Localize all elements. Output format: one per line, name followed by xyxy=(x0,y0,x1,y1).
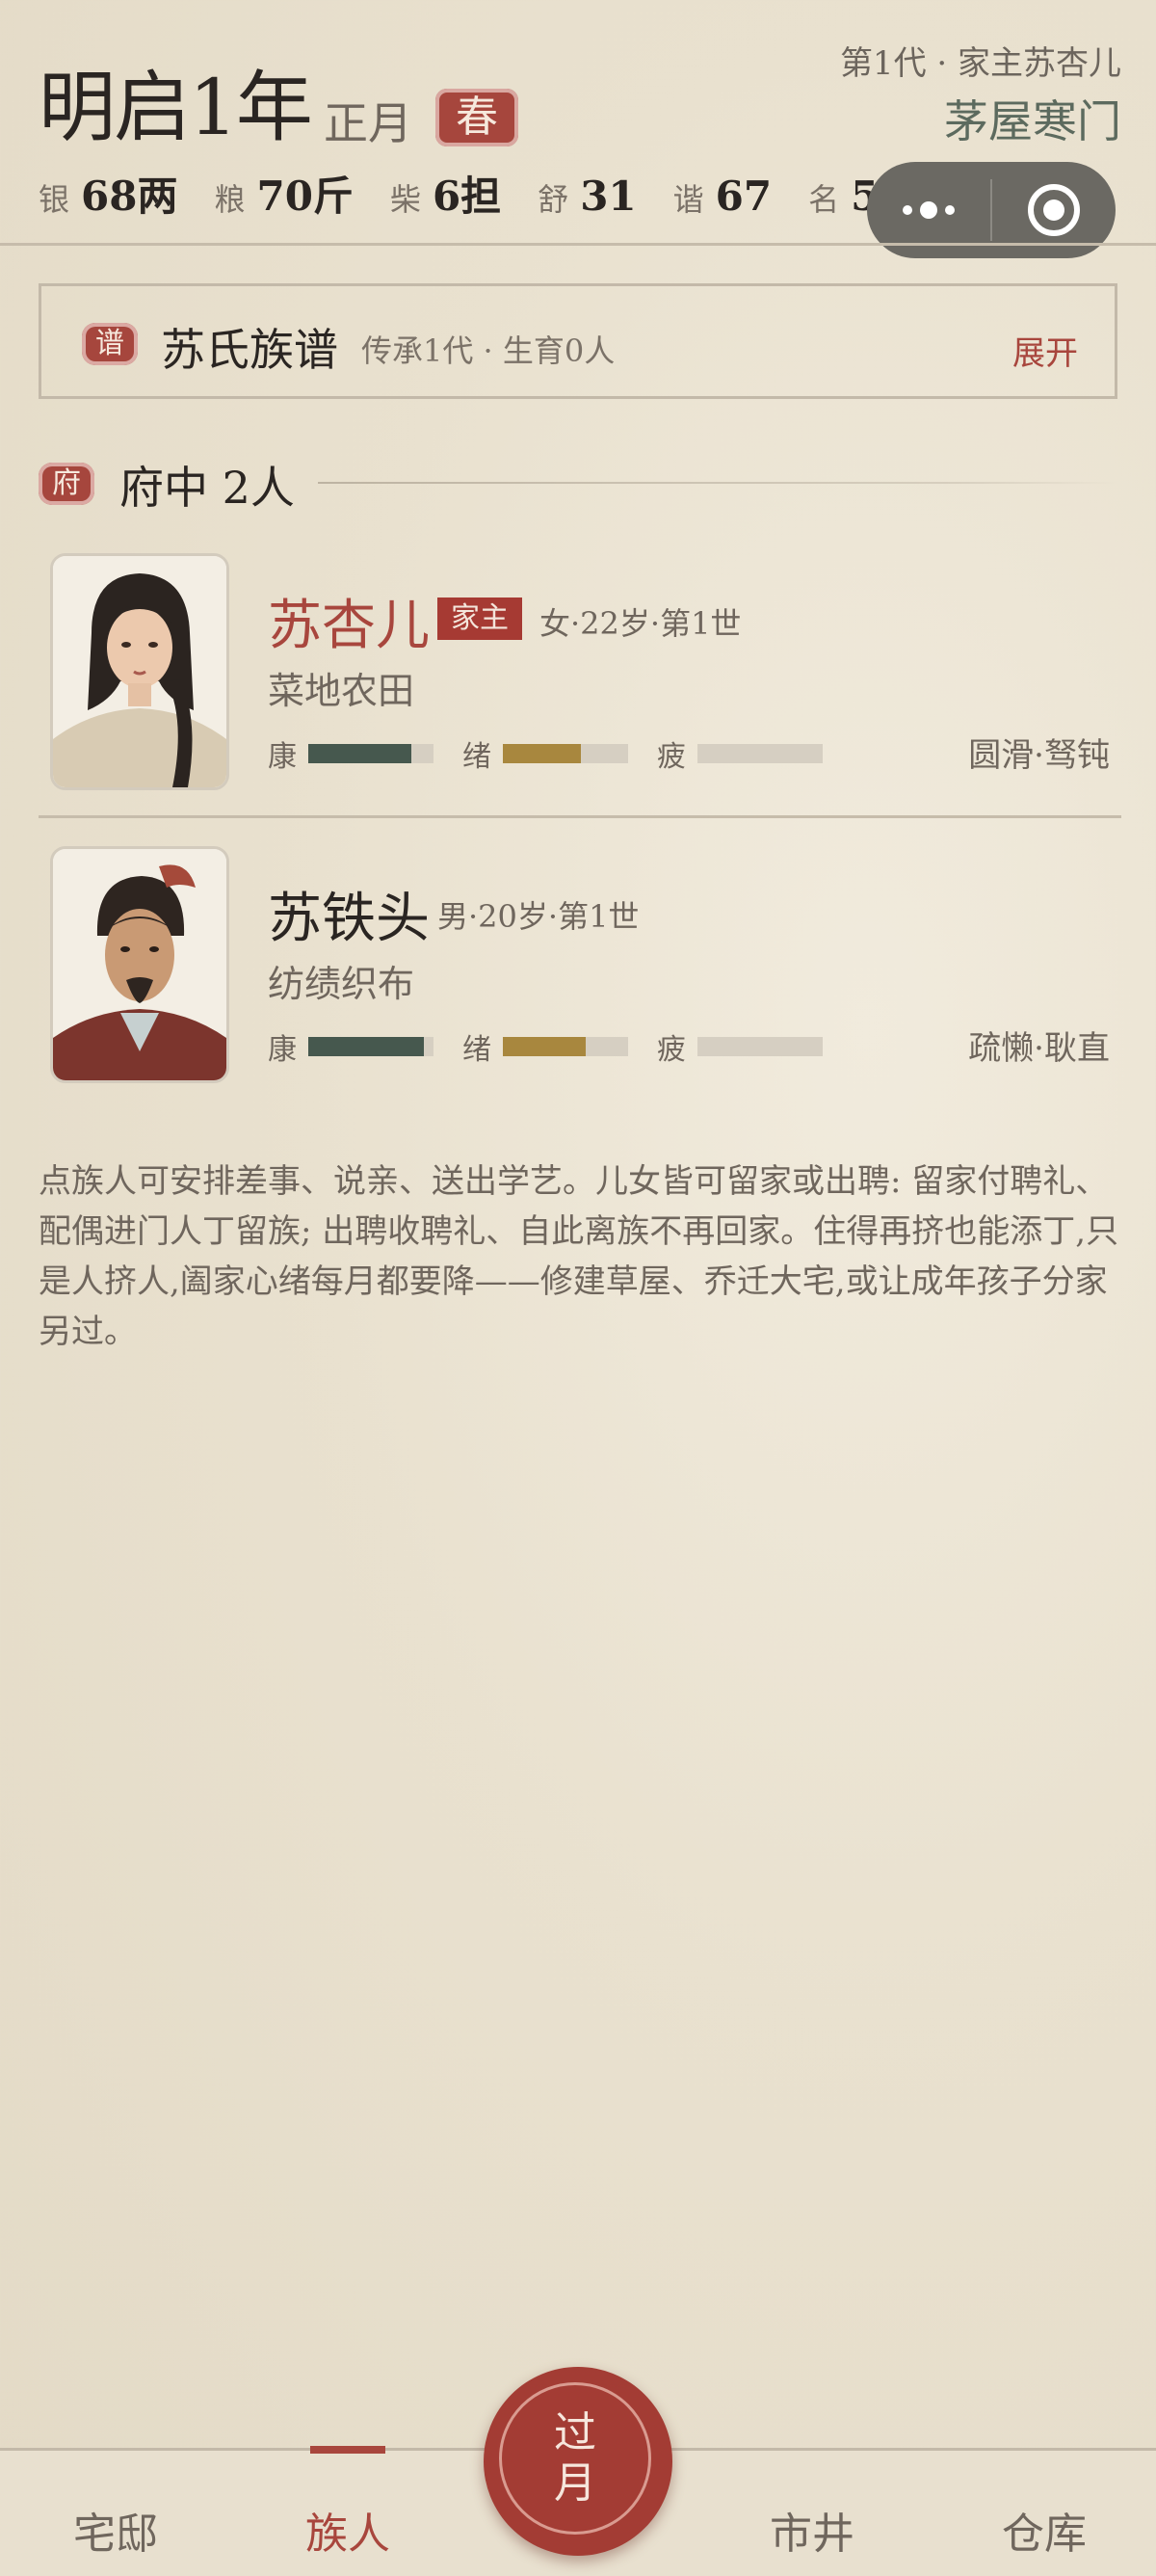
bar-track xyxy=(503,744,628,763)
bar-track xyxy=(697,1037,823,1056)
tab-market[interactable]: 市井 xyxy=(716,2499,908,2561)
bar-track xyxy=(697,744,823,763)
stat-value: 70斤 xyxy=(256,173,354,220)
fatigue-bar: 疲 xyxy=(657,1025,823,1068)
household-help-text: 点族人可安排差事、说亲、送出学艺。儿女皆可留家或出聘: 留家付聘礼、配偶进门人丁… xyxy=(39,1162,1119,1351)
advance-month-label: 过 月 xyxy=(499,2382,651,2535)
tab-residence[interactable]: 宅邸 xyxy=(19,2499,212,2561)
tab-clansmen[interactable]: 族人 xyxy=(251,2499,444,2561)
mood-bar: 绪 xyxy=(462,1025,628,1068)
bar-label: 绪 xyxy=(462,1033,491,1067)
stat-firewood: 柴 6担 xyxy=(390,164,501,223)
member-name: 苏杏儿 xyxy=(268,595,430,657)
advance-month-button[interactable]: 过 月 xyxy=(484,2367,672,2556)
stat-key: 名 xyxy=(808,181,840,218)
member-status-bars: 康 绪 疲 xyxy=(268,732,852,775)
bar-fill xyxy=(503,1037,586,1056)
bar-label: 疲 xyxy=(657,740,686,774)
month-label: 正月 xyxy=(324,97,412,149)
stat-value: 67 xyxy=(715,173,773,220)
household-badge: 府 xyxy=(39,463,94,505)
member-traits: 疏懒·耿直 xyxy=(968,1029,1110,1068)
target-circle-icon xyxy=(1028,184,1080,236)
member-name: 苏铁头 xyxy=(268,888,430,950)
bar-label: 康 xyxy=(268,740,297,774)
stat-key: 粮 xyxy=(214,181,246,218)
stat-key: 谐 xyxy=(672,181,704,218)
tab-storehouse[interactable]: 仓库 xyxy=(948,2499,1141,2561)
stat-key: 舒 xyxy=(538,181,569,218)
bar-track xyxy=(503,1037,628,1056)
house-level-label: 茅屋寒门 xyxy=(944,95,1121,147)
member-info: 男·20岁·第1世 xyxy=(437,898,640,935)
member-row[interactable]: 苏杏儿 家主 女·22岁·第1世 菜地农田 康 绪 疲 圆滑·驽钝 xyxy=(39,544,1121,821)
health-bar: 康 xyxy=(268,1025,434,1068)
male-portrait-icon xyxy=(53,849,226,1080)
stat-grain: 粮 70斤 xyxy=(214,164,353,223)
member-job: 纺绩织布 xyxy=(268,963,415,1005)
genealogy-badge: 谱 xyxy=(82,323,138,365)
bar-fill xyxy=(503,744,581,763)
genealogy-title: 苏氏族谱 xyxy=(161,324,338,376)
bar-track xyxy=(308,744,434,763)
bar-fill xyxy=(308,1037,424,1056)
bar-label: 康 xyxy=(268,1033,297,1067)
stat-key: 银 xyxy=(39,181,70,218)
stat-comfort: 舒 31 xyxy=(538,173,636,220)
mood-bar: 绪 xyxy=(462,732,628,775)
more-dots-icon xyxy=(903,201,955,219)
stat-value: 68两 xyxy=(81,173,178,220)
generation-label: 第1代 · 家主苏杏儿 xyxy=(839,44,1121,83)
stat-value: 31 xyxy=(580,173,637,220)
member-job: 菜地农田 xyxy=(268,670,415,712)
stat-key: 柴 xyxy=(389,181,421,218)
household-title: 府中 2人 xyxy=(119,462,295,514)
active-tab-indicator xyxy=(310,2446,385,2454)
member-traits: 圆滑·驽钝 xyxy=(968,736,1110,775)
female-portrait-icon xyxy=(53,556,226,787)
season-badge: 春 xyxy=(435,89,518,146)
member-divider xyxy=(39,815,1121,818)
stat-silver: 银 68两 xyxy=(39,164,177,223)
genealogy-subtitle: 传承1代 · 生育0人 xyxy=(361,332,616,369)
bar-label: 绪 xyxy=(462,740,491,774)
advance-month-line1: 过 xyxy=(554,2408,596,2457)
year-title: 明启1年 xyxy=(39,63,313,152)
member-status-bars: 康 绪 疲 xyxy=(268,1025,852,1068)
health-bar: 康 xyxy=(268,732,434,775)
resource-stats: 银 68两 粮 70斤 柴 6担 舒 31 谐 67 名5 xyxy=(39,164,915,223)
member-portrait-male xyxy=(50,846,229,1083)
advance-month-line2: 月 xyxy=(554,2458,596,2508)
section-divider xyxy=(318,482,1117,484)
fatigue-bar: 疲 xyxy=(657,732,823,775)
genealogy-card[interactable]: 谱 苏氏族谱 传承1代 · 生育0人 展开 xyxy=(39,283,1117,399)
bar-fill xyxy=(308,744,411,763)
stat-harmony: 谐 67 xyxy=(673,173,772,220)
bar-label: 疲 xyxy=(657,1033,686,1067)
member-info: 女·22岁·第1世 xyxy=(539,605,742,642)
stat-value: 6担 xyxy=(432,173,502,220)
head-of-family-tag: 家主 xyxy=(437,598,522,640)
bar-track xyxy=(308,1037,434,1056)
header-divider xyxy=(0,243,1156,246)
member-portrait-female xyxy=(50,553,229,790)
member-row[interactable]: 苏铁头 男·20岁·第1世 纺绩织布 康 绪 疲 疏懒·耿直 xyxy=(39,837,1121,1114)
genealogy-expand-link[interactable]: 展开 xyxy=(1012,327,1078,374)
